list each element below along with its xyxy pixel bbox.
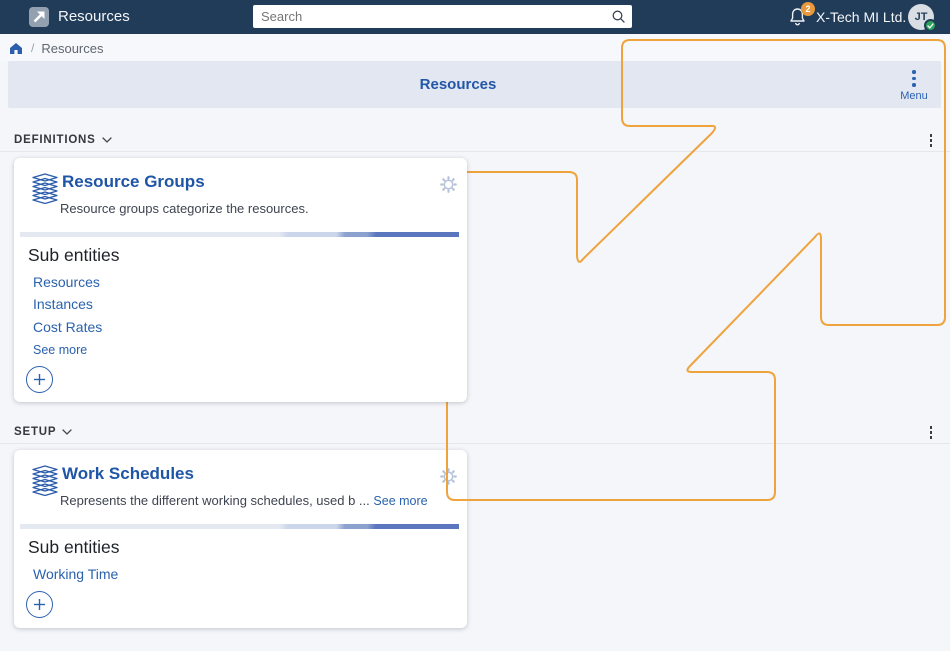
user-avatar[interactable]: JT bbox=[908, 4, 937, 32]
plus-icon bbox=[34, 599, 45, 610]
link-working-time[interactable]: Working Time bbox=[33, 566, 118, 582]
layers-icon bbox=[30, 464, 60, 501]
card-gradient-bar bbox=[20, 232, 459, 237]
sub-entities-heading: Sub entities bbox=[28, 537, 120, 557]
notification-count-badge: 2 bbox=[801, 2, 815, 16]
home-icon[interactable] bbox=[9, 42, 23, 55]
plus-icon bbox=[34, 374, 45, 385]
breadcrumb: / Resources bbox=[0, 34, 950, 62]
add-sub-entity-button[interactable] bbox=[26, 366, 53, 393]
app-logo-icon[interactable] bbox=[28, 6, 50, 28]
menu-button-label: Menu bbox=[900, 89, 928, 102]
breadcrumb-current[interactable]: Resources bbox=[41, 41, 103, 56]
card-gradient-bar bbox=[20, 524, 459, 529]
card-title[interactable]: Work Schedules bbox=[62, 464, 194, 484]
notifications-button[interactable]: 2 bbox=[787, 2, 815, 30]
search-input[interactable] bbox=[253, 5, 632, 28]
card-description: Resource groups categorize the resources… bbox=[60, 201, 309, 216]
add-sub-entity-button[interactable] bbox=[26, 591, 53, 618]
app-title: Resources bbox=[58, 8, 130, 25]
card-title[interactable]: Resource Groups bbox=[62, 172, 205, 192]
section-definitions: DEFINITIONS bbox=[0, 129, 950, 152]
see-more-link[interactable]: See more bbox=[373, 494, 427, 508]
search-icon[interactable] bbox=[611, 9, 626, 29]
section-setup-kebab-icon[interactable] bbox=[925, 423, 938, 442]
section-definitions-kebab-icon[interactable] bbox=[925, 131, 938, 150]
section-setup-label[interactable]: SETUP bbox=[14, 426, 56, 438]
link-cost-rates[interactable]: Cost Rates bbox=[33, 319, 102, 335]
top-navbar: Resources 2 X-Tech MI Ltd. JT bbox=[0, 0, 950, 34]
card-description-text: Represents the different working schedul… bbox=[60, 493, 370, 508]
gear-icon[interactable] bbox=[440, 176, 457, 198]
card-description: Represents the different working schedul… bbox=[60, 493, 428, 508]
kebab-menu-icon bbox=[912, 68, 916, 90]
menu-button[interactable]: Menu bbox=[897, 68, 931, 104]
sub-entities-heading: Sub entities bbox=[28, 245, 120, 265]
gear-icon[interactable] bbox=[440, 468, 457, 490]
layers-icon bbox=[30, 172, 60, 209]
section-definitions-label[interactable]: DEFINITIONS bbox=[14, 134, 96, 146]
link-resources[interactable]: Resources bbox=[33, 274, 100, 290]
organization-name[interactable]: X-Tech MI Ltd. bbox=[816, 9, 906, 25]
link-instances[interactable]: Instances bbox=[33, 296, 93, 312]
card-resource-groups: Resource Groups Resource groups categori… bbox=[14, 158, 467, 402]
chevron-down-icon[interactable] bbox=[62, 429, 72, 435]
search-container bbox=[253, 5, 632, 28]
page-header-band: Resources Menu bbox=[8, 61, 941, 108]
breadcrumb-separator: / bbox=[31, 41, 35, 55]
page-title: Resources bbox=[419, 76, 497, 93]
status-check-icon bbox=[924, 19, 937, 32]
see-more-link[interactable]: See more bbox=[33, 343, 87, 357]
section-setup: SETUP bbox=[0, 421, 950, 444]
card-work-schedules: Work Schedules Represents the different … bbox=[14, 450, 467, 628]
chevron-down-icon[interactable] bbox=[101, 137, 112, 143]
